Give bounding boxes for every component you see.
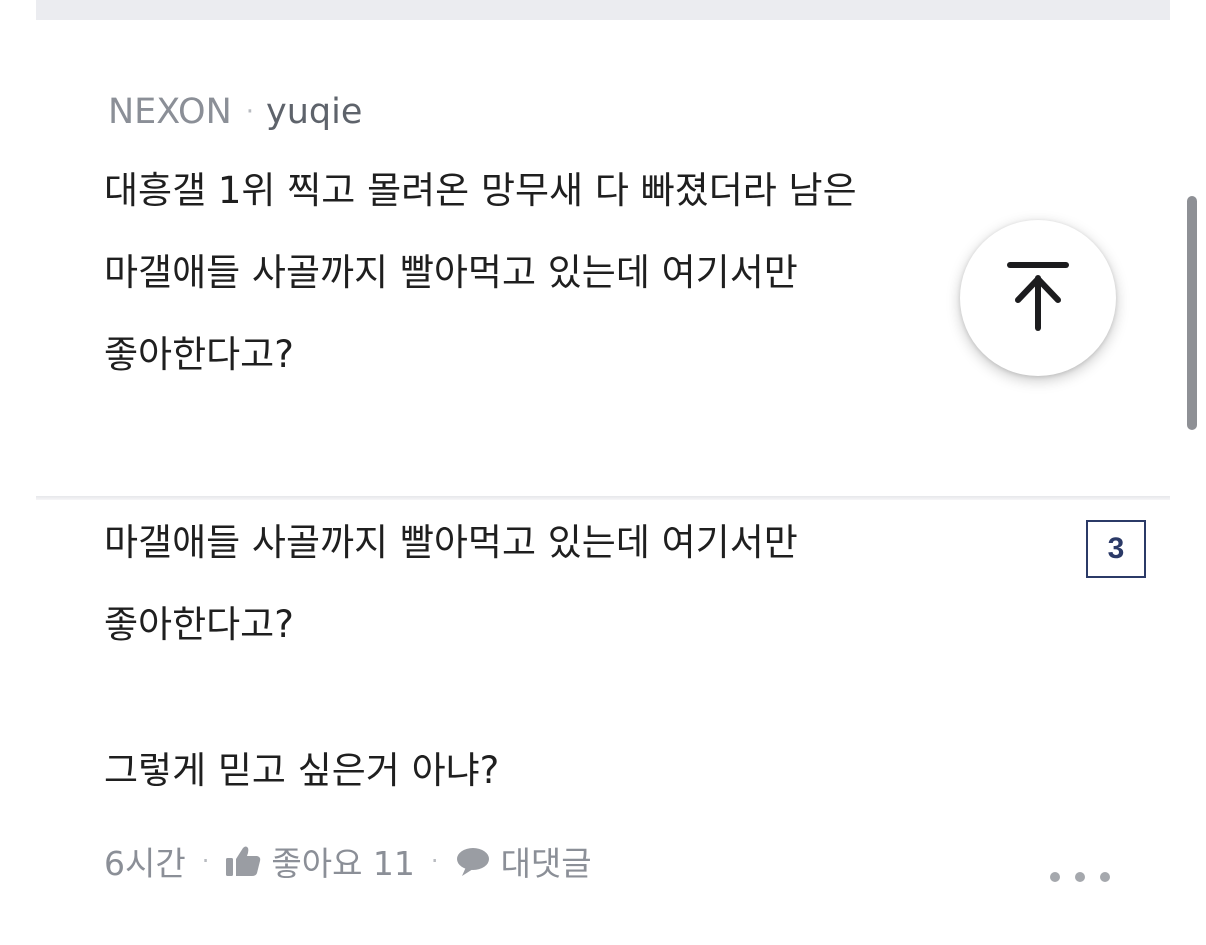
section-divider <box>36 496 1170 500</box>
action-separator: · <box>201 847 210 875</box>
comment-username[interactable]: yuqie <box>266 92 362 132</box>
speech-bubble-icon <box>455 845 491 877</box>
reply-button[interactable]: 대댓글 <box>455 837 592 885</box>
like-label: 좋아요 11 <box>271 844 415 883</box>
reply-button-label: 대댓글 <box>500 844 592 883</box>
more-options-button[interactable] <box>1050 862 1110 892</box>
previous-item-band <box>36 0 1170 20</box>
reply-text: 그렇게 믿고 싶은거 아냐? <box>104 749 500 792</box>
scrollbar-thumb[interactable] <box>1187 196 1197 430</box>
like-button[interactable]: 좋아요 11 <box>225 837 415 885</box>
meta-separator: · <box>245 97 255 127</box>
comment-game-label: NEXON <box>108 92 232 132</box>
reply-quote: 마갤애들 사골까지 빨아먹고 있는데 여기서만 좋아한다고? <box>104 502 1064 666</box>
action-separator: · <box>430 847 439 875</box>
comment-body-line: 대흥갤 1위 찍고 몰려온 망무새 다 빠졌더라 남은 <box>104 169 857 212</box>
more-dots-icon <box>1100 872 1110 882</box>
more-dots-icon <box>1075 872 1085 882</box>
arrow-up-to-top-icon <box>1006 260 1070 336</box>
scroll-to-top-button[interactable] <box>960 220 1116 376</box>
more-dots-icon <box>1050 872 1060 882</box>
comment-body-line: 마갤애들 사골까지 빨아먹고 있는데 여기서만 <box>104 251 798 294</box>
reply-actions: 6시간 · 좋아요 11 · 대댓글 <box>104 836 592 886</box>
reply-quote-line: 마갤애들 사골까지 빨아먹고 있는데 여기서만 <box>104 521 798 564</box>
page-number-badge: 3 <box>1086 520 1146 578</box>
reply-quote-line: 좋아한다고? <box>104 603 294 646</box>
comment-body: 대흥갤 1위 찍고 몰려온 망무새 다 빠졌더라 남은 마갤애들 사골까지 빨아… <box>104 150 1064 396</box>
reply-time: 6시간 <box>104 844 186 883</box>
comment-body-line: 좋아한다고? <box>104 333 294 376</box>
comment-meta: NEXON · yuqie <box>108 90 362 134</box>
thumbs-up-icon <box>225 845 261 877</box>
